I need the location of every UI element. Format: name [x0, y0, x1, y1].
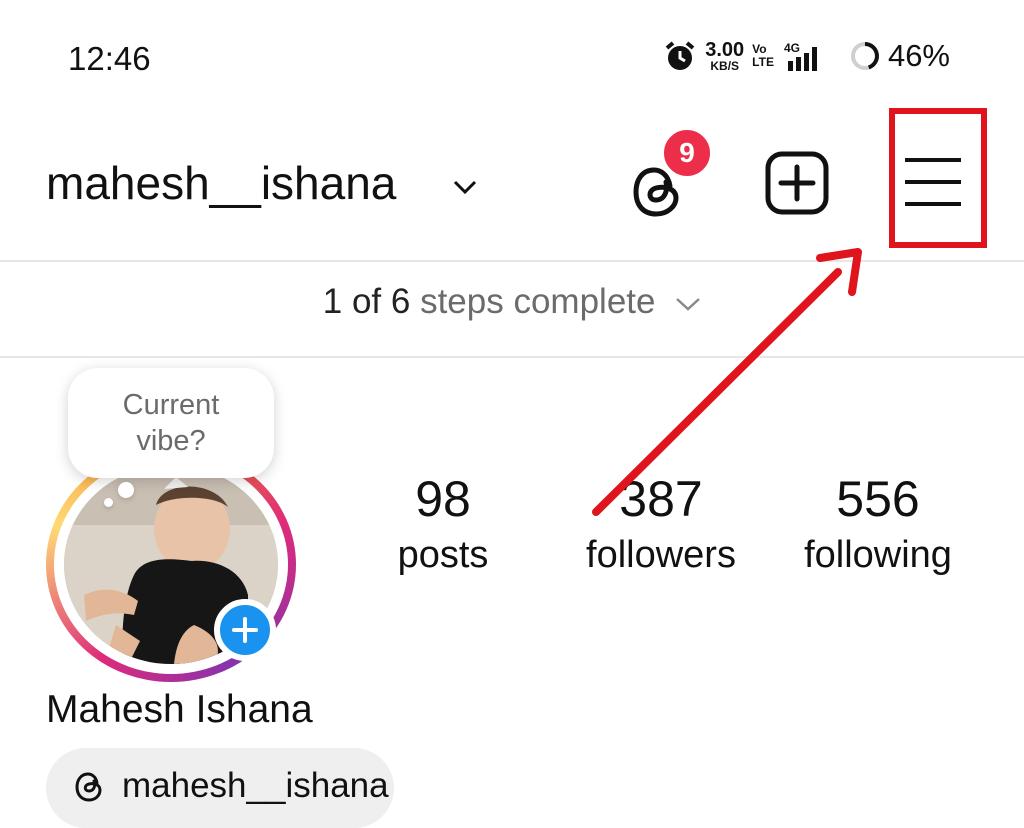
account-username[interactable]: mahesh__ishana: [46, 156, 396, 210]
network-type: 4G: [784, 41, 800, 55]
status-time: 12:46: [68, 40, 151, 77]
note-line-2: vibe?: [136, 425, 206, 457]
volte-bottom: LTE: [752, 55, 774, 69]
chevron-down-icon[interactable]: [452, 178, 478, 196]
signal-icon: 4G: [784, 41, 817, 71]
net-speed: 3.00 KB/S: [705, 40, 744, 72]
volte-indicator: Vo LTE: [752, 43, 774, 68]
following-label: following: [804, 534, 952, 576]
add-story-button[interactable]: [214, 599, 276, 661]
plus-icon: [232, 617, 258, 643]
followers-label: followers: [586, 534, 736, 576]
steps-label: steps complete: [420, 282, 656, 321]
following-stat[interactable]: 556 following: [794, 470, 962, 577]
divider: [0, 356, 1024, 358]
followers-count: 387: [619, 471, 703, 527]
status-icons: 3.00 KB/S Vo LTE 4G 46%: [663, 38, 950, 74]
net-speed-value: 3.00: [705, 39, 745, 61]
steps-count: 1 of 6: [322, 282, 411, 321]
threads-profile-link[interactable]: mahesh__ishana: [46, 748, 394, 828]
chevron-down-icon[interactable]: [675, 295, 701, 313]
alarm-icon: [665, 41, 695, 70]
threads-icon: [75, 772, 102, 802]
menu-highlight-box: [889, 108, 987, 248]
notification-badge: 9: [660, 126, 714, 180]
divider: [0, 260, 1024, 262]
battery-percent: 46%: [887, 38, 950, 73]
note-tail-dot: [104, 498, 113, 507]
profile-avatar[interactable]: [46, 447, 296, 682]
posts-stat[interactable]: 98 posts: [380, 470, 506, 577]
profile-header: mahesh__ishana 9: [0, 120, 1024, 260]
note-tail-dot: [118, 482, 134, 498]
threads-handle: mahesh__ishana: [122, 766, 389, 805]
following-count: 556: [836, 471, 920, 527]
posts-count: 98: [415, 471, 471, 527]
posts-label: posts: [397, 534, 489, 576]
net-speed-unit: KB/S: [710, 59, 740, 73]
note-bubble[interactable]: Current vibe?: [68, 368, 274, 478]
followers-stat[interactable]: 387 followers: [578, 470, 744, 577]
battery-icon: [850, 42, 879, 70]
steps-progress[interactable]: 1 of 6 steps complete: [0, 282, 1024, 342]
profile-full-name: Mahesh Ishana: [46, 688, 313, 731]
note-line-1: Current: [122, 388, 220, 421]
status-bar: 12:46 3.00 KB/S Vo LTE 4G 46%: [0, 0, 1024, 110]
create-post-icon[interactable]: [764, 150, 830, 216]
